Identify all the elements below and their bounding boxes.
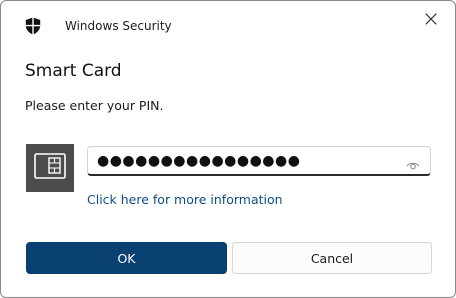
close-icon bbox=[425, 10, 437, 29]
eye-icon[interactable] bbox=[406, 156, 420, 170]
title-bar: Windows Security bbox=[1, 1, 455, 49]
shield-icon bbox=[25, 17, 41, 35]
dialog-heading: Smart Card bbox=[25, 61, 122, 81]
pin-input-value: ●●●●●●●●●●●●●●●● bbox=[97, 153, 301, 169]
smart-card-tile bbox=[26, 144, 74, 192]
windows-security-dialog: Windows Security Smart Card Please enter… bbox=[0, 0, 456, 298]
smart-card-icon bbox=[34, 153, 66, 183]
cancel-button[interactable]: Cancel bbox=[232, 242, 432, 274]
pin-input[interactable]: ●●●●●●●●●●●●●●●● bbox=[87, 146, 431, 176]
ok-button[interactable]: OK bbox=[26, 242, 227, 274]
more-info-link[interactable]: Click here for more information bbox=[87, 192, 283, 207]
app-title: Windows Security bbox=[65, 19, 172, 33]
close-button[interactable] bbox=[415, 5, 447, 33]
pin-prompt: Please enter your PIN. bbox=[25, 98, 164, 113]
